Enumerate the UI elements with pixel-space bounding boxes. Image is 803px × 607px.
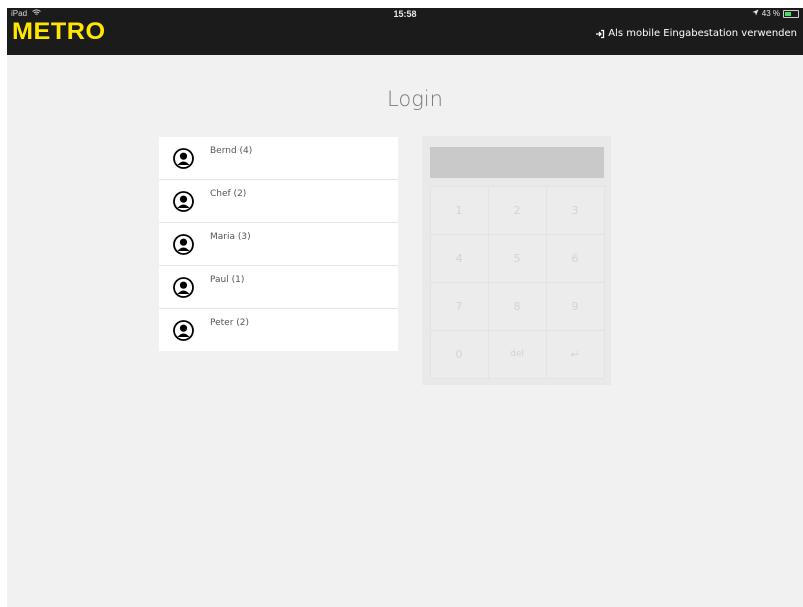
user-name: Paul (1) (210, 275, 245, 285)
page-title: Login (387, 87, 443, 111)
user-name: Chef (2) (210, 189, 247, 199)
key-7[interactable]: 7 (429, 281, 489, 331)
status-time: 15:58 (393, 9, 417, 19)
user-list-item[interactable]: Chef (2) (159, 180, 398, 223)
mobile-station-label: Als mobile Eingabestation verwenden (608, 28, 797, 39)
status-bar-right: 43 % (752, 9, 799, 18)
key-5[interactable]: 5 (487, 233, 547, 283)
key-8[interactable]: 8 (487, 281, 547, 331)
delete-key[interactable]: del (487, 329, 547, 379)
battery-percent: 43 % (761, 9, 780, 18)
enter-key[interactable]: ↵ (545, 329, 605, 379)
user-list-item[interactable]: Bernd (4) (159, 137, 398, 180)
user-list-item[interactable]: Paul (1) (159, 266, 398, 309)
user-icon (173, 320, 194, 341)
key-4[interactable]: 4 (429, 233, 489, 283)
battery-icon (783, 9, 799, 18)
user-list-item[interactable]: Maria (3) (159, 223, 398, 266)
pin-input[interactable] (430, 147, 604, 178)
user-name: Bernd (4) (210, 146, 253, 156)
keypad-grid: 1 2 3 4 5 6 7 8 9 0 del ↵ (429, 185, 605, 379)
user-list: Bernd (4) Chef (2) Maria (3) Paul (1) Pe… (159, 137, 398, 351)
metro-logo: METRO (12, 18, 106, 45)
sign-in-icon (596, 29, 605, 38)
pin-keypad: 1 2 3 4 5 6 7 8 9 0 del ↵ (422, 136, 611, 385)
user-icon (173, 277, 194, 298)
key-0[interactable]: 0 (429, 329, 489, 379)
user-icon (173, 191, 194, 212)
user-icon (173, 234, 194, 255)
location-arrow-icon (752, 9, 759, 18)
top-bar: iPad METRO 15:58 43 % Als mobile Eingabe… (7, 8, 803, 55)
key-2[interactable]: 2 (487, 185, 547, 235)
key-6[interactable]: 6 (545, 233, 605, 283)
user-icon (173, 148, 194, 169)
user-name: Peter (2) (210, 318, 250, 328)
mobile-station-button[interactable]: Als mobile Eingabestation verwenden (595, 28, 797, 39)
key-3[interactable]: 3 (545, 185, 605, 235)
key-1[interactable]: 1 (429, 185, 489, 235)
user-list-item[interactable]: Peter (2) (159, 309, 398, 351)
user-name: Maria (3) (210, 232, 251, 242)
app-screen: iPad METRO 15:58 43 % Als mobile Eingabe… (7, 8, 803, 607)
key-9[interactable]: 9 (545, 281, 605, 331)
